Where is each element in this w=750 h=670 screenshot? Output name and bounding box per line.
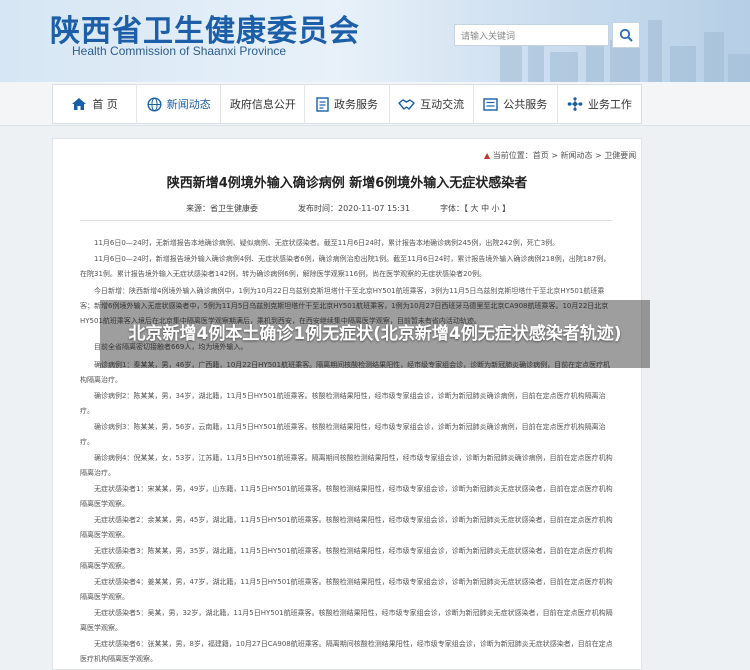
document-icon xyxy=(316,96,329,112)
article-source: 来源：省卫生健康委 xyxy=(186,204,258,213)
article-paragraph: 无症状感染者3：陈某某，男，35岁，湖北籍，11月5日HY501航班乘客。核酸检… xyxy=(80,547,613,570)
home-icon xyxy=(72,98,87,110)
nav-item-gov-service[interactable]: 政务服务 xyxy=(305,85,390,123)
breadcrumb-text[interactable]: 当前位置：首页 > 新闻动态 > 卫健要闻 xyxy=(493,151,637,160)
article-paragraph: 无症状感染者1：宋某某，男，49岁，山东籍，11月5日HY501航班乘客。核酸检… xyxy=(80,485,613,508)
article-title: 陕西新增4例境外输入确诊病例 新增6例境外输入无症状感染者 xyxy=(166,176,528,191)
location-icon: ▲ xyxy=(484,151,491,160)
nav-label: 公共服务 xyxy=(503,98,548,111)
overlay-caption: 北京新增4例本土确诊1例无症状(北京新增4例无症状感染者轨迹) xyxy=(128,324,622,344)
article-paragraph: 无症状感染者6：张某某，男，8岁，福建籍，10月27日CA908航班乘客。隔离期… xyxy=(80,640,613,663)
caption-overlay: 北京新增4例本土确诊1例无症状(北京新增4例无症状感染者轨迹) xyxy=(100,300,650,368)
article-paragraph: 无症状感染者2：余某某，男，45岁，湖北籍，11月5日HY501航班乘客。核酸检… xyxy=(80,516,613,539)
title-divider xyxy=(80,220,613,221)
nav-item-news[interactable]: 新闻动态 xyxy=(137,85,222,123)
main-nav: 首 页 新闻动态 政府信息公开 政务服务 互动交流 公共服务 业务工作 xyxy=(52,84,642,124)
search-button[interactable] xyxy=(612,22,640,48)
list-icon xyxy=(483,97,498,111)
article-paragraph: 11月6日0—24时，无新增报告本地确诊病例、疑似病例、无症状感染者。截至11月… xyxy=(94,239,560,247)
nav-label: 互动交流 xyxy=(420,98,465,111)
nav-item-business[interactable]: 业务工作 xyxy=(558,85,641,123)
nav-item-gov-info[interactable]: 政府信息公开 xyxy=(221,85,306,123)
nav-label: 政务服务 xyxy=(333,98,378,111)
nav-label: 政府信息公开 xyxy=(229,98,296,111)
nav-item-public-service[interactable]: 公共服务 xyxy=(474,85,558,123)
article-paragraph: 确诊病例2：陈某某，男，34岁，湖北籍，11月5日HY501航班乘客。核酸检测结… xyxy=(80,392,606,415)
article-paragraph: 确诊病例3：陈某某，男，56岁，云南籍，11月5日HY501航班乘客。核酸检测结… xyxy=(80,423,606,446)
article-date: 发布时间：2020-11-07 15:31 xyxy=(298,204,411,213)
network-icon xyxy=(567,97,583,111)
nav-label: 首 页 xyxy=(92,98,118,111)
globe-icon xyxy=(147,96,162,112)
nav-item-home[interactable]: 首 页 xyxy=(53,85,138,123)
breadcrumb: ▲ 当前位置：首页 > 新闻动态 > 卫健要闻 xyxy=(484,150,636,161)
article-paragraph: 无症状感染者5：吴某，男，32岁，湖北籍，11月5日HY501航班乘客。核酸检测… xyxy=(80,609,613,632)
site-logo-subtitle: Health Commission of Shaanxi Province xyxy=(72,44,287,58)
search-icon xyxy=(619,28,633,42)
font-size-control[interactable]: 字体：【 大 中 小 】 xyxy=(440,203,510,214)
handshake-icon xyxy=(398,98,415,110)
nav-label: 新闻动态 xyxy=(166,98,211,111)
nav-item-interaction[interactable]: 互动交流 xyxy=(390,85,474,123)
article-paragraph: 无症状感染者4：姜某某，男，47岁，湖北籍，11月5日HY501航班乘客。核酸检… xyxy=(80,578,613,601)
site-header: 陕西省卫生健康委员会 Health Commission of Shaanxi … xyxy=(0,0,750,82)
article-paragraph: 确诊病例4：倪某某，女，53岁，江苏籍，11月5日HY501航班乘客。隔离期间核… xyxy=(80,454,613,477)
nav-label: 业务工作 xyxy=(587,98,632,111)
article-paragraph: 11月6日0—24时，新增报告境外输入确诊病例4例、无症状感染者6例，确诊病例治… xyxy=(80,255,611,278)
search-input[interactable]: 请输入关键词 xyxy=(454,24,609,46)
